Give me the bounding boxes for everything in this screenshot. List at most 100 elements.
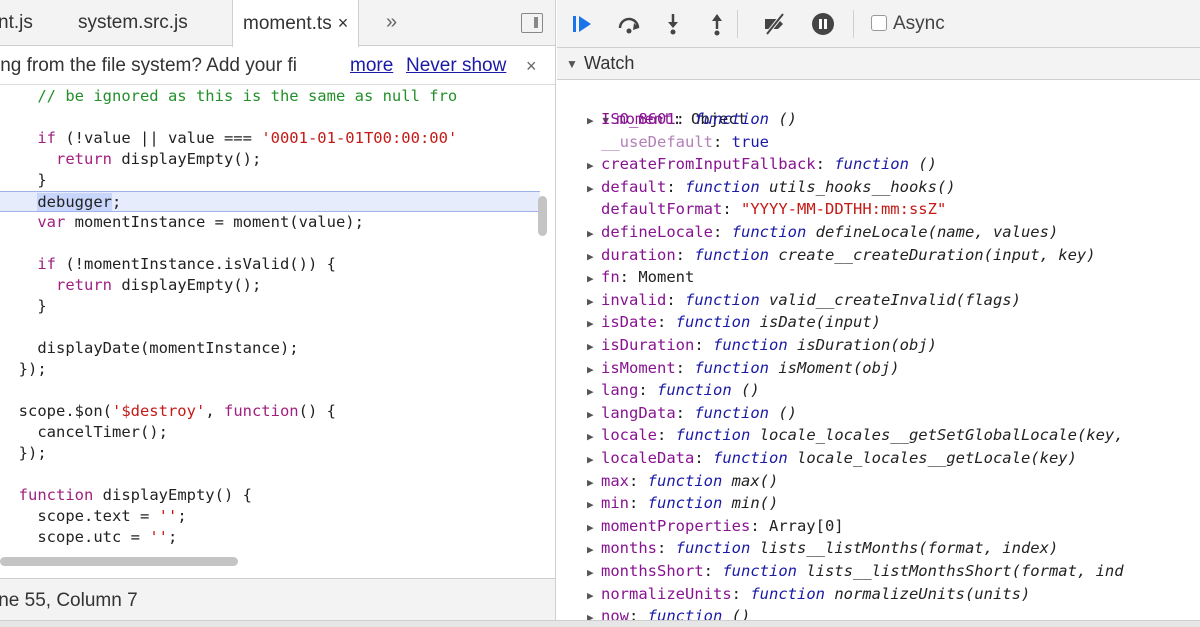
step-into-icon[interactable]	[659, 10, 687, 38]
property-name: isMoment	[601, 359, 676, 377]
code-line[interactable]: // be ignored as this is the same as nul…	[0, 86, 540, 107]
watch-property-row[interactable]: ▶ locale: function locale_locales__getSet…	[587, 424, 1124, 446]
watch-property-row[interactable]: ▶ fn: Moment	[587, 266, 694, 288]
expand-arrow-icon[interactable]: ▶	[587, 381, 601, 403]
code-line[interactable]: }	[0, 170, 540, 191]
pause-on-exceptions-icon[interactable]	[809, 10, 837, 38]
watch-pane-header[interactable]: ▼ Watch	[557, 48, 1200, 80]
resume-icon[interactable]	[569, 10, 597, 38]
property-name: langData	[601, 404, 676, 422]
watch-property-row[interactable]: ▶ createFromInputFallback: function ()	[587, 153, 937, 175]
infobar-never-show-link[interactable]: Never show	[406, 47, 506, 85]
code-line[interactable]: });	[0, 443, 540, 464]
expand-arrow-icon[interactable]: ▶	[587, 449, 601, 471]
watch-property-row[interactable]: ▶ monthsShort: function lists__listMonths…	[587, 560, 1124, 582]
expand-arrow-icon[interactable]: ▶	[587, 426, 601, 448]
code-line[interactable]: scope.$on('$destroy', function() {	[0, 401, 540, 422]
watch-property-row[interactable]: ▶ localeData: function locale_locales__ge…	[587, 447, 1077, 469]
code-line[interactable]: return displayEmpty();	[0, 275, 540, 296]
toggle-sidebar-icon[interactable]	[521, 13, 543, 33]
code-line[interactable]: var momentInstance = moment(value);	[0, 212, 540, 233]
code-line[interactable]: }	[0, 296, 540, 317]
watch-property-row[interactable]: __useDefault: true	[587, 131, 769, 153]
expand-arrow-icon[interactable]: ▶	[587, 404, 601, 426]
code-editor[interactable]: // be ignored as this is the same as nul…	[0, 86, 540, 554]
code-line[interactable]: if (!momentInstance.isValid()) {	[0, 254, 540, 275]
watch-property-row[interactable]: ▶ normalizeUnits: function normalizeUnits…	[587, 583, 1030, 605]
expand-arrow-icon[interactable]: ▶	[587, 155, 601, 177]
async-checkbox-box[interactable]	[871, 15, 887, 31]
expand-arrow-icon[interactable]: ▶	[587, 223, 601, 245]
code-line[interactable]: return displayEmpty();	[0, 149, 540, 170]
watch-property-row[interactable]: ▶ isDuration: function isDuration(obj)	[587, 334, 937, 356]
code-token: var	[37, 213, 66, 231]
expand-arrow-icon[interactable]: ▶	[587, 268, 601, 290]
deactivate-breakpoints-icon[interactable]	[761, 10, 789, 38]
separator: :	[657, 539, 676, 557]
step-out-icon[interactable]	[703, 10, 731, 38]
infobar-close-icon[interactable]: ×	[526, 47, 537, 85]
tab-close-icon[interactable]: ×	[338, 13, 349, 33]
watch-property-row[interactable]: ▶ isDate: function isDate(input)	[587, 311, 881, 333]
watch-property-row[interactable]: ▶ months: function lists__listMonths(form…	[587, 537, 1058, 559]
watch-property-row[interactable]: ▶ defineLocale: function defineLocale(nam…	[587, 221, 1058, 243]
tab-nt-js[interactable]: nt.js	[0, 0, 41, 46]
tab-system-src-js[interactable]: system.src.js	[78, 0, 188, 46]
expand-arrow-icon[interactable]: ▶	[587, 110, 601, 132]
watch-property-row[interactable]: ▶ lang: function ()	[587, 379, 760, 401]
expand-arrow-icon[interactable]: ▶	[587, 494, 601, 516]
expand-arrow-icon[interactable]: ▶	[587, 539, 601, 561]
more-tabs-icon[interactable]: »	[386, 0, 397, 46]
watch-property-row[interactable]: ▶ momentProperties: Array[0]	[587, 515, 844, 537]
function-keyword: function	[694, 110, 769, 128]
watch-property-row[interactable]: ▶ duration: function create__createDurati…	[587, 244, 1096, 266]
code-line[interactable]: function displayEmpty() {	[0, 485, 540, 506]
code-token: }	[0, 297, 47, 315]
watch-property-row[interactable]: ▶ invalid: function valid__createInvalid(…	[587, 289, 1021, 311]
expand-arrow-icon[interactable]: ▶	[587, 359, 601, 381]
expand-arrow-icon[interactable]: ▶	[587, 336, 601, 358]
code-token: ''	[149, 528, 168, 546]
watch-property-row[interactable]: ▶ max: function max()	[587, 470, 778, 492]
code-line[interactable]: displayDate(momentInstance);	[0, 338, 540, 359]
bottom-border	[0, 620, 1200, 627]
expand-arrow-icon[interactable]: ▶	[587, 472, 601, 494]
expand-arrow-icon[interactable]: ▶	[587, 562, 601, 584]
async-checkbox[interactable]: Async	[871, 0, 945, 48]
code-line[interactable]	[0, 317, 540, 338]
expand-arrow-icon[interactable]: ▶	[587, 585, 601, 607]
code-line[interactable]: });	[0, 359, 540, 380]
watch-property-row[interactable]: defaultFormat: "YYYY-MM-DDTHH:mm:ssZ"	[587, 198, 946, 220]
expand-arrow-icon[interactable]: ▶	[587, 313, 601, 335]
code-line[interactable]	[0, 380, 540, 401]
step-over-icon[interactable]	[615, 10, 643, 38]
watch-property-row[interactable]: ▶ default: function utils_hooks__hooks()	[587, 176, 956, 198]
code-line[interactable]: if (!value || value === '0001-01-01T00:0…	[0, 128, 540, 149]
code-line[interactable]	[0, 464, 540, 485]
watch-root-expression[interactable]: ▼ moment: Object	[565, 86, 747, 128]
expand-arrow-icon[interactable]: ▶	[587, 178, 601, 200]
code-line[interactable]: scope.text = '';	[0, 506, 540, 527]
tab-moment-ts[interactable]: moment.ts ×	[232, 0, 360, 47]
code-line[interactable]	[0, 233, 540, 254]
code-line[interactable]: cancelTimer();	[0, 422, 540, 443]
watch-property-row[interactable]: ▶ langData: function ()	[587, 402, 797, 424]
property-name: __useDefault	[601, 133, 713, 151]
expand-arrow-icon[interactable]: ▶	[587, 291, 601, 313]
code-line[interactable]	[0, 107, 540, 128]
property-name: normalizeUnits	[601, 585, 732, 603]
expand-arrow-icon[interactable]: ▶	[587, 246, 601, 268]
infobar-more-link[interactable]: more	[350, 47, 393, 85]
watch-property-row[interactable]: ▶ min: function min()	[587, 492, 778, 514]
separator: :	[712, 223, 732, 241]
expand-arrow-icon[interactable]: ▶	[587, 517, 601, 539]
editor-vertical-scrollbar[interactable]	[538, 196, 547, 236]
watch-property-row[interactable]: ▶ isMoment: function isMoment(obj)	[587, 357, 900, 379]
code-line[interactable]: scope.utc = '';	[0, 527, 540, 548]
separator: :	[675, 359, 695, 377]
code-line-current[interactable]: debugger;	[0, 191, 540, 212]
watch-property-row[interactable]: ▶ ISO_8601: function ()	[587, 108, 797, 130]
function-keyword: function	[713, 336, 788, 354]
editor-horizontal-scrollbar[interactable]	[0, 557, 238, 566]
